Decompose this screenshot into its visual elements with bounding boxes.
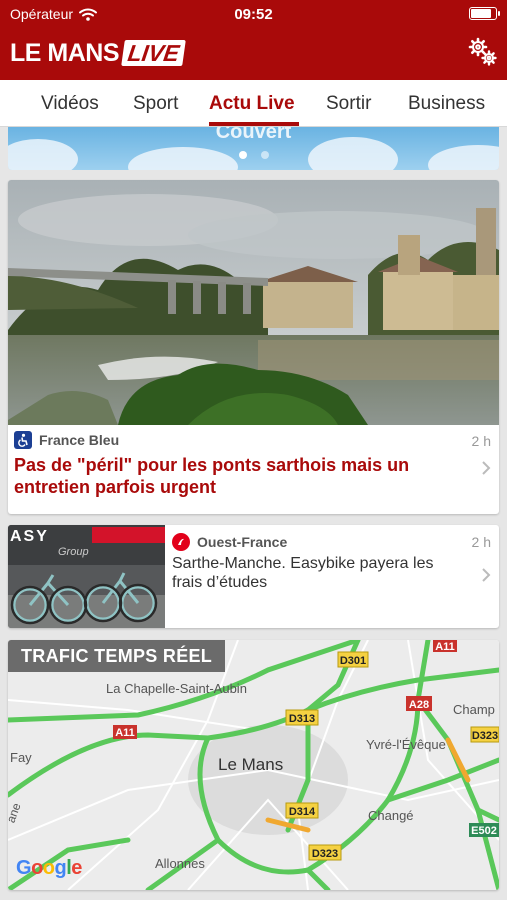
chevron-right-icon — [482, 461, 491, 475]
road-shield: A28 — [409, 699, 429, 711]
road-shield: A11 — [115, 727, 135, 739]
road-shield: D313 — [289, 713, 315, 725]
tab-actu-live[interactable]: Actu Live — [209, 93, 295, 115]
weather-carousel[interactable]: Couvert — [8, 127, 499, 170]
status-bar: Opérateur 09:52 — [0, 0, 507, 28]
chevron-right-icon — [482, 568, 491, 582]
map-place-label: Fay — [10, 750, 32, 765]
traffic-map[interactable]: D301 A11 A11 D313 A28 D323 D314 D323 E50… — [8, 640, 499, 890]
source-name: Ouest-France — [197, 534, 288, 550]
active-tab-indicator — [209, 122, 299, 126]
page-dot-1[interactable] — [238, 151, 247, 159]
battery-level — [471, 9, 491, 18]
google-attribution: Google — [16, 857, 82, 879]
map-place-label: Changé — [368, 808, 414, 823]
source-name: France Bleu — [39, 432, 120, 448]
article-age: 2 h — [471, 534, 491, 550]
map-place-label: La Chapelle-Saint-Aubin — [106, 681, 247, 696]
map-place-label: Le Mans — [218, 755, 283, 774]
road-shield: D314 — [289, 806, 316, 818]
road-shield: D323 — [472, 730, 498, 742]
thumbnail-brand-text: ASY — [10, 528, 49, 545]
battery-icon — [469, 7, 500, 20]
settings-gears-icon[interactable] — [467, 36, 499, 68]
logo-text-main: LE MANS — [10, 38, 120, 67]
road-shield: D301 — [340, 655, 366, 667]
tab-sport[interactable]: Sport — [133, 93, 178, 115]
category-tabs: Vidéos Sport Actu Live Sortir Business — [0, 80, 507, 127]
logo-text-live: LIVE — [121, 40, 186, 66]
map-place-label: Yvré-l'Évêque — [366, 737, 446, 752]
road-shield: A11 — [435, 641, 455, 653]
tab-videos[interactable]: Vidéos — [41, 93, 99, 115]
thumbnail-brand-subtext: Group — [58, 546, 89, 558]
app-logo: LE MANS LIVE — [10, 38, 186, 68]
article-age: 2 h — [471, 433, 491, 449]
ouest-france-icon — [172, 533, 190, 551]
tab-sortir[interactable]: Sortir — [326, 93, 371, 115]
article-source: Ouest-France — [172, 533, 287, 551]
article-card[interactable]: France Bleu 2 h Pas de "péril" pour les … — [8, 180, 499, 514]
article-card[interactable]: ASY Group Ouest-France 2 h Sarthe-Manche… — [8, 525, 499, 628]
road-shield: E502 — [471, 825, 497, 837]
traffic-map-card[interactable]: D301 A11 A11 D313 A28 D323 D314 D323 E50… — [8, 640, 499, 890]
article-source: France Bleu — [14, 431, 119, 449]
article-photo-bridge — [8, 180, 499, 425]
page-dot-2[interactable] — [260, 151, 269, 159]
traffic-title: TRAFIC TEMPS RÉEL — [8, 640, 226, 672]
article-title[interactable]: Pas de "péril" pour les ponts sarthois m… — [14, 454, 444, 498]
article-title[interactable]: Sarthe-Manche. Easybike payera les frais… — [172, 554, 468, 592]
app-header: Opérateur 09:52 LE MANS LIVE — [0, 0, 507, 80]
article-thumbnail-bikes: ASY Group — [8, 525, 165, 628]
map-place-label: Allonnes — [155, 856, 205, 871]
accessibility-icon — [14, 431, 32, 449]
weather-label: Couvert — [215, 127, 292, 143]
road-shield: D323 — [312, 848, 338, 860]
tab-business[interactable]: Business — [408, 93, 485, 115]
map-place-label: Champ — [453, 702, 495, 717]
status-time: 09:52 — [234, 6, 273, 23]
carousel-page-dots[interactable] — [8, 151, 499, 159]
